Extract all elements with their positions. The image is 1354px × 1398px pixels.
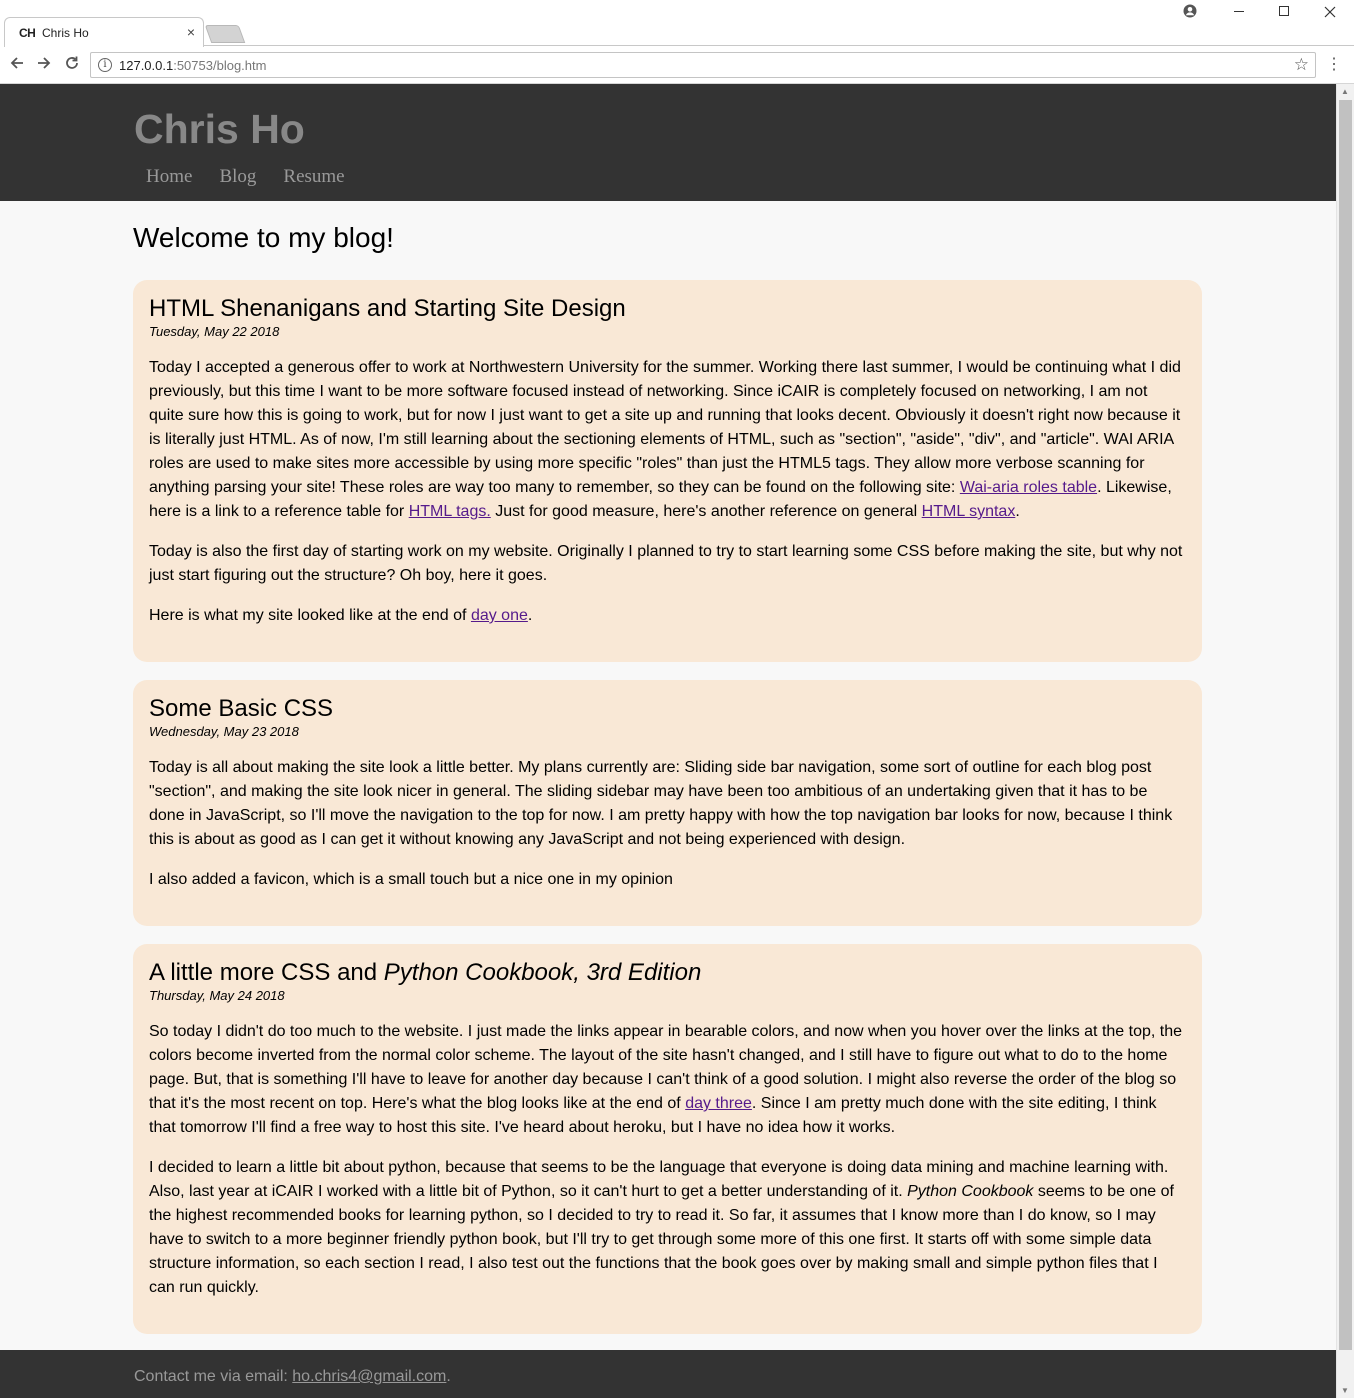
post-paragraph: Today I accepted a generous offer to wor… [149, 356, 1186, 524]
scrollbar-thumb[interactable] [1339, 100, 1352, 1350]
site-header: Chris Ho Home Blog Resume [0, 84, 1336, 201]
site-title: Chris Ho [134, 106, 305, 152]
post-title-book: Python Cookbook, 3rd Edition [383, 959, 702, 986]
post-date: Wednesday, May 23 2018 [149, 724, 299, 739]
back-arrow-icon[interactable] [6, 54, 28, 76]
post-paragraph: Today is all about making the site look … [149, 759, 1173, 848]
post-title-text: A little more CSS and [149, 959, 384, 986]
blog-post: A little more CSS and Python Cookbook, 3… [133, 944, 1202, 1334]
nav-link-resume[interactable]: Resume [271, 166, 356, 188]
browser-tab[interactable]: CH Chris Ho × [4, 17, 204, 47]
paragraph-text: . [527, 607, 533, 624]
browser-toolbar: i 127.0.0.1:50753/blog.htm ☆ ⋮ [0, 46, 1354, 84]
paragraph-text: Just for good measure, here's another re… [490, 503, 922, 520]
close-icon[interactable] [1308, 2, 1352, 24]
post-paragraph: Today is also the first day of starting … [149, 543, 1183, 584]
paragraph-text: . [1015, 503, 1020, 520]
vertical-scrollbar[interactable]: ▲ ▼ [1336, 84, 1354, 1398]
info-icon[interactable]: i [98, 58, 112, 72]
scroll-down-icon[interactable]: ▼ [1341, 1386, 1349, 1395]
address-bar[interactable]: i 127.0.0.1:50753/blog.htm ☆ [90, 52, 1316, 78]
footer-label: Contact me via email: [134, 1368, 293, 1385]
post-paragraph: I also added a favicon, which is a small… [149, 871, 673, 888]
html-tags-link[interactable]: HTML tags. [409, 503, 491, 520]
post-paragraph: I decided to learn a little bit about py… [149, 1156, 1186, 1300]
post-title: A little more CSS and Python Cookbook, 3… [149, 958, 1186, 988]
scroll-up-icon[interactable]: ▲ [1341, 87, 1349, 96]
post-paragraph: Here is what my site looked like at the … [149, 604, 1186, 628]
post-title: HTML Shenanigans and Starting Site Desig… [149, 295, 626, 322]
profile-icon[interactable] [1168, 4, 1212, 26]
tab-title: Chris Ho [42, 26, 89, 40]
paragraph-text: Today I accepted a generous offer to wor… [149, 359, 1181, 496]
post-paragraph: So today I didn't do too much to the web… [149, 1020, 1186, 1140]
paragraph-text: Here is what my site looked like at the … [149, 607, 471, 624]
tab-strip: CH Chris Ho × [0, 0, 1354, 47]
url-host: 127.0.0.1 [119, 58, 174, 73]
wai-aria-link[interactable]: Wai-aria roles table [960, 479, 1097, 496]
favicon-icon: CH [19, 26, 36, 40]
day-three-link[interactable]: day three [685, 1095, 752, 1112]
tab-close-icon[interactable]: × [187, 24, 195, 40]
kebab-menu-icon[interactable]: ⋮ [1326, 56, 1342, 74]
blog-post: Some Basic CSS Wednesday, May 23 2018 To… [133, 680, 1202, 926]
footer-contact: Contact me via email: ho.chris4@gmail.co… [134, 1368, 451, 1386]
html-syntax-link[interactable]: HTML syntax [922, 503, 1016, 520]
nav-link-blog[interactable]: Blog [207, 166, 268, 188]
nav-link-home[interactable]: Home [134, 166, 204, 188]
site-nav: Home Blog Resume [134, 166, 360, 188]
reload-icon[interactable] [61, 54, 83, 76]
book-title: Python Cookbook [907, 1183, 1034, 1200]
forward-arrow-icon[interactable] [33, 54, 55, 76]
star-icon[interactable]: ☆ [1294, 55, 1309, 75]
post-title: Some Basic CSS [149, 695, 334, 722]
page-viewport: Chris Ho Home Blog Resume Welcome to my … [0, 84, 1336, 1398]
blog-post: HTML Shenanigans and Starting Site Desig… [133, 280, 1202, 662]
day-one-link[interactable]: day one [471, 607, 528, 624]
footer-end: . [446, 1368, 451, 1385]
minimize-icon[interactable] [1217, 4, 1261, 26]
site-footer: Contact me via email: ho.chris4@gmail.co… [0, 1350, 1336, 1398]
new-tab-button[interactable] [204, 25, 246, 43]
maximize-icon[interactable] [1262, 4, 1306, 26]
browser-chrome: CH Chris Ho × i 127.0.0.1:50753/blog.htm… [0, 0, 1354, 84]
post-date: Tuesday, May 22 2018 [149, 324, 280, 339]
post-date: Thursday, May 24 2018 [149, 988, 285, 1003]
email-link[interactable]: ho.chris4@gmail.com [292, 1368, 446, 1385]
page-title: Welcome to my blog! [133, 222, 394, 253]
url-text[interactable]: 127.0.0.1:50753/blog.htm [119, 58, 266, 73]
url-path: :50753/blog.htm [173, 58, 267, 73]
